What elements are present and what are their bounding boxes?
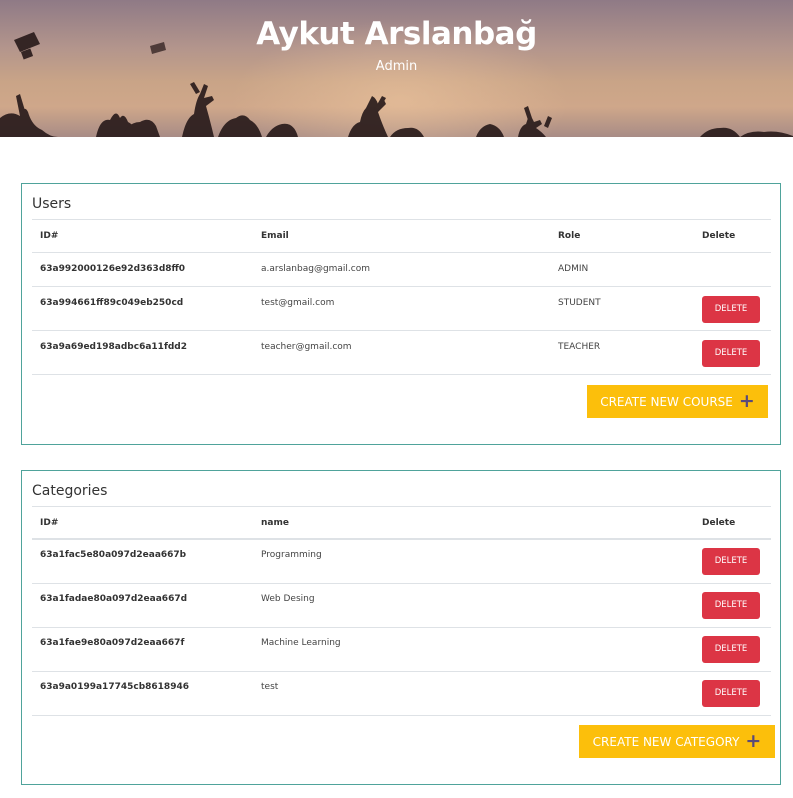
user-email: test@gmail.com xyxy=(261,298,335,308)
users-panel-title: Users xyxy=(32,196,72,212)
user-role: STUDENT xyxy=(558,298,601,308)
users-panel: Users ID# Email Role Delete 63a992000126… xyxy=(21,183,781,445)
create-new-category-label: CREATE NEW CATEGORY xyxy=(592,734,740,749)
column-header-id: ID# xyxy=(40,518,59,528)
delete-category-button[interactable]: DELETE xyxy=(702,592,760,619)
user-role: ADMIN xyxy=(558,264,589,274)
create-new-course-button[interactable]: CREATE NEW COURSE + xyxy=(587,385,768,418)
column-header-role: Role xyxy=(558,231,581,241)
category-name: Machine Learning xyxy=(261,638,341,648)
user-role-subtitle: Admin xyxy=(375,59,418,74)
delete-user-button[interactable]: DELETE xyxy=(702,340,760,367)
user-id: 63a9a69ed198adbc6a11fdd2 xyxy=(40,342,188,352)
table-row: 63a994661ff89c049eb250cd test@gmail.com … xyxy=(32,287,771,331)
hero-banner: Aykut Arslanbağ Admin xyxy=(0,0,793,137)
table-row: 63a9a69ed198adbc6a11fdd2 teacher@gmail.c… xyxy=(32,331,771,375)
categories-table: ID# name Delete 63a1fac5e80a097d2eaa667b… xyxy=(32,506,771,716)
category-id: 63a9a0199a17745cb8618946 xyxy=(40,682,189,692)
create-new-course-label: CREATE NEW COURSE xyxy=(600,394,733,409)
categories-panel-title: Categories xyxy=(32,483,108,499)
table-row: 63a1fac5e80a097d2eaa667b Programming DEL… xyxy=(32,540,771,584)
category-id: 63a1fae9e80a097d2eaa667f xyxy=(40,638,185,648)
categories-table-header: ID# name Delete xyxy=(32,506,771,540)
user-id: 63a992000126e92d363d8ff0 xyxy=(40,264,186,274)
plus-icon: + xyxy=(745,730,762,752)
category-id: 63a1fac5e80a097d2eaa667b xyxy=(40,550,187,560)
create-new-category-button[interactable]: CREATE NEW CATEGORY + xyxy=(579,725,775,758)
table-row: 63a1fadae80a097d2eaa667d Web Desing DELE… xyxy=(32,584,771,628)
user-email: a.arslanbag@gmail.com xyxy=(261,264,371,274)
delete-category-button[interactable]: DELETE xyxy=(702,680,760,707)
category-name: Programming xyxy=(261,550,322,560)
categories-panel: Categories ID# name Delete 63a1fac5e80a0… xyxy=(21,470,781,785)
table-row: 63a9a0199a17745cb8618946 test DELETE xyxy=(32,672,771,716)
category-id: 63a1fadae80a097d2eaa667d xyxy=(40,594,188,604)
delete-category-button[interactable]: DELETE xyxy=(702,636,760,663)
category-name: test xyxy=(261,682,279,692)
plus-icon: + xyxy=(738,390,755,412)
delete-category-button[interactable]: DELETE xyxy=(702,548,760,575)
column-header-delete: Delete xyxy=(702,231,736,241)
table-row: 63a992000126e92d363d8ff0 a.arslanbag@gma… xyxy=(32,253,771,287)
user-email: teacher@gmail.com xyxy=(261,342,352,352)
user-id: 63a994661ff89c049eb250cd xyxy=(40,298,184,308)
column-header-email: Email xyxy=(261,231,289,241)
table-row: 63a1fae9e80a097d2eaa667f Machine Learnin… xyxy=(32,628,771,672)
column-header-id: ID# xyxy=(40,231,59,241)
users-table: ID# Email Role Delete 63a992000126e92d36… xyxy=(32,219,771,375)
users-table-header: ID# Email Role Delete xyxy=(32,219,771,253)
column-header-delete: Delete xyxy=(702,518,736,528)
delete-user-button[interactable]: DELETE xyxy=(702,296,760,323)
page-title: Aykut Arslanbağ xyxy=(256,16,537,52)
column-header-name: name xyxy=(261,518,289,528)
user-role: TEACHER xyxy=(558,342,601,352)
category-name: Web Desing xyxy=(261,594,315,604)
